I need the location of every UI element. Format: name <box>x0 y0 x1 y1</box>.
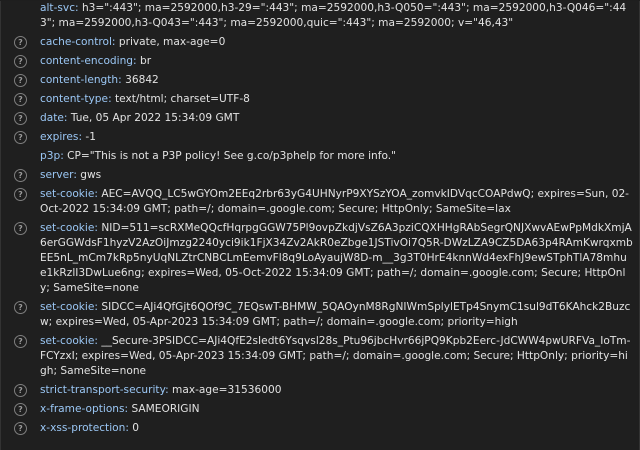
header-value: 36842 <box>125 74 159 86</box>
header-row-expires: ? expires: -1 <box>1 130 639 145</box>
header-row-set-cookie: ? set-cookie: SIDCC=AJi4QfGjt6QOf9C_7EQsw… <box>1 300 639 330</box>
header-row-alt-svc: alt-svc: h3=":443"; ma=2592000,h3-29=":4… <box>1 1 639 31</box>
header-value: -1 <box>85 131 96 143</box>
help-circle-icon[interactable]: ? <box>14 384 27 397</box>
header-name: p3p <box>40 150 61 162</box>
header-value: NID=511=scRXMeQQcfHqrpgGGW75Pl9ovpZkdjVs… <box>40 222 633 294</box>
header-value: gws <box>80 169 102 181</box>
header-value: br <box>139 55 152 67</box>
help-circle-icon[interactable]: ? <box>14 403 27 416</box>
help-circle-icon[interactable]: ? <box>14 301 27 314</box>
help-circle-icon[interactable]: ? <box>14 74 27 87</box>
header-value: text/html; charset=UTF-8 <box>115 93 250 105</box>
help-circle-icon[interactable]: ? <box>14 422 27 435</box>
header-row-content-type: ? content-type: text/html; charset=UTF-8 <box>1 92 639 107</box>
header-name: content-length <box>40 74 119 86</box>
header-row-set-cookie: ? set-cookie: AEC=AVQQ_LC5wGYOm2EEq2rbr63… <box>1 187 639 217</box>
help-circle-icon[interactable]: ? <box>14 335 27 348</box>
header-name: cache-control <box>40 36 112 48</box>
header-value: 0 <box>132 422 140 434</box>
header-row-set-cookie: ? set-cookie: __Secure-3PSIDCC=AJi4QfE2sI… <box>1 334 639 379</box>
header-row-date: ? date: Tue, 05 Apr 2022 15:34:09 GMT <box>1 111 639 126</box>
header-name: set-cookie <box>40 335 95 347</box>
help-circle-icon[interactable]: ? <box>14 112 27 125</box>
header-name: content-type <box>40 93 109 105</box>
header-value: CP="This is not a P3P policy! See g.co/p… <box>67 150 396 162</box>
header-separator: : <box>165 384 173 396</box>
header-value: Tue, 05 Apr 2022 15:34:09 GMT <box>70 112 240 124</box>
header-value: __Secure-3PSIDCC=AJi4QfE2sIedt6Ysqvsl28s… <box>40 335 631 377</box>
header-value: AEC=AVQQ_LC5wGYOm2EEq2rbr63yG4UHNyrP9XYS… <box>40 188 630 215</box>
help-circle-icon[interactable]: ? <box>14 188 27 201</box>
header-value: SAMEORIGIN <box>131 403 200 415</box>
header-value: SIDCC=AJi4QfGjt6QOf9C_7EQswT-BHMW_5QAOyn… <box>40 301 631 328</box>
header-name: expires <box>40 131 79 143</box>
header-separator: : <box>133 55 140 67</box>
header-separator: : <box>108 93 115 105</box>
header-row-content-length: ? content-length: 36842 <box>1 73 639 88</box>
header-row-strict-transport-security: ? strict-transport-security: max-age=3153… <box>1 383 639 398</box>
header-row-cache-control: ? cache-control: private, max-age=0 <box>1 35 639 50</box>
header-value: h3=":443"; ma=2592000,h3-29=":443"; ma=2… <box>40 2 627 29</box>
help-circle-icon[interactable]: ? <box>14 169 27 182</box>
help-circle-icon[interactable]: ? <box>14 222 27 235</box>
header-separator: : <box>75 2 82 14</box>
header-name: content-encoding <box>40 55 134 67</box>
help-circle-icon[interactable]: ? <box>14 55 27 68</box>
header-row-server: ? server: gws <box>1 168 639 183</box>
header-row-x-xss-protection: ? x-xss-protection: 0 <box>1 421 639 436</box>
header-name: set-cookie <box>40 188 95 200</box>
help-circle-icon[interactable]: ? <box>14 36 27 49</box>
header-name: date <box>40 112 64 124</box>
header-name: x-frame-options <box>40 403 125 415</box>
header-name: set-cookie <box>40 301 95 313</box>
header-name: server <box>40 169 74 181</box>
help-circle-icon[interactable]: ? <box>14 93 27 106</box>
header-value: max-age=31536000 <box>172 384 282 396</box>
header-row-x-frame-options: ? x-frame-options: SAMEORIGIN <box>1 402 639 417</box>
response-headers-panel: alt-svc: h3=":443"; ma=2592000,h3-29=":4… <box>0 1 640 450</box>
header-name: set-cookie <box>40 222 95 234</box>
header-separator: : <box>111 36 119 48</box>
help-circle-icon[interactable]: ? <box>14 131 27 144</box>
header-row-content-encoding: ? content-encoding: br <box>1 54 639 69</box>
header-row-set-cookie: ? set-cookie: NID=511=scRXMeQQcfHqrpgGGW7… <box>1 221 639 296</box>
header-value: private, max-age=0 <box>118 36 226 48</box>
header-name: alt-svc <box>40 2 76 14</box>
header-separator: : <box>63 112 71 124</box>
header-row-p3p: p3p: CP="This is not a P3P policy! See g… <box>1 149 639 164</box>
header-name: strict-transport-security <box>40 384 166 396</box>
header-name: x-xss-protection <box>40 422 126 434</box>
